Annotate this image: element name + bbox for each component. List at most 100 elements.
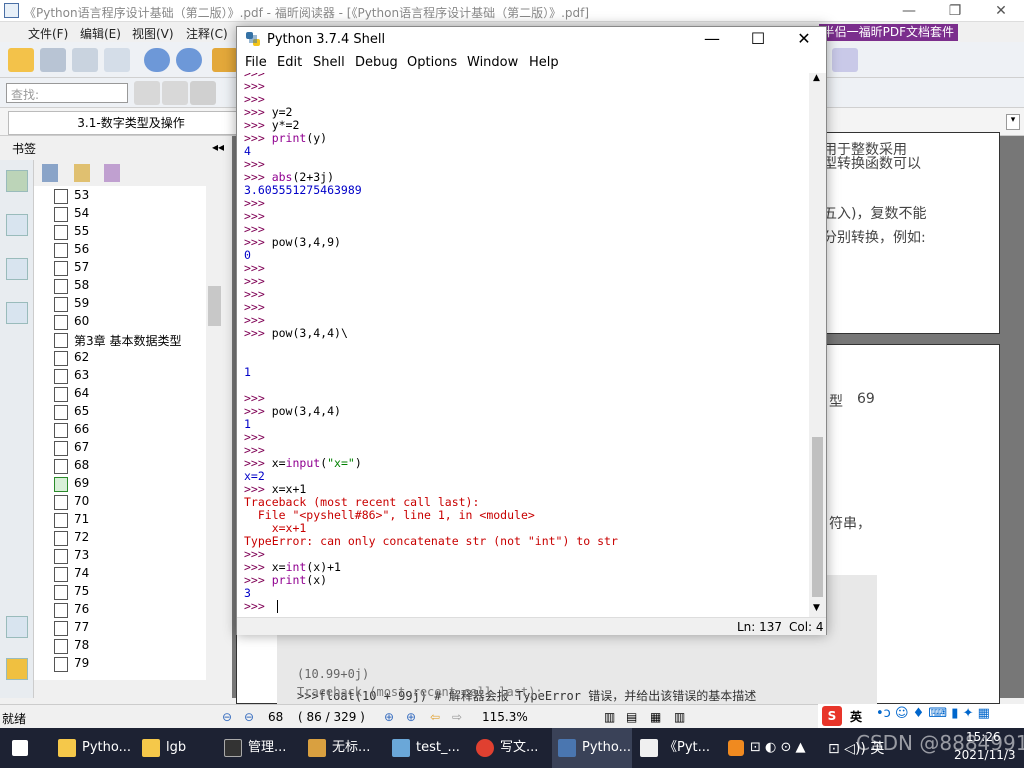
bookmark-item[interactable]: 77 bbox=[54, 619, 204, 637]
bookmark-item[interactable]: 56 bbox=[54, 241, 204, 259]
shell-text-area[interactable]: >>> >>> >>> >>> y=2 >>> y*=2 >>> print(y) 4 >>>… bbox=[237, 73, 809, 617]
menu-window[interactable]: Window bbox=[467, 55, 518, 70]
tab-document[interactable]: 3.1-数字类型及操作 bbox=[8, 111, 254, 135]
menu-comment[interactable]: 注释(C) bbox=[186, 25, 228, 42]
bookmark-item[interactable]: 79 bbox=[54, 655, 204, 673]
back-view-icon[interactable]: ⇦ bbox=[430, 710, 440, 724]
menu-edit[interactable]: 编辑(E) bbox=[80, 25, 121, 42]
close-icon[interactable]: ✕ bbox=[978, 0, 1024, 22]
bookmark-item[interactable]: 62 bbox=[54, 349, 204, 367]
bookmark-item[interactable]: 69 bbox=[54, 475, 204, 493]
prev-page-status-icon[interactable]: ⊖ bbox=[244, 710, 254, 724]
shell-title-bar[interactable]: Python 3.7.4 Shell — ☐ ✕ bbox=[237, 27, 826, 51]
bookmark-item[interactable]: 66 bbox=[54, 421, 204, 439]
last-page-status-icon[interactable]: ⊕ bbox=[406, 710, 416, 724]
delete-bookmark-icon[interactable] bbox=[42, 164, 58, 182]
clock-time[interactable]: 15:26 bbox=[966, 730, 1001, 744]
search-advanced-icon[interactable] bbox=[190, 81, 216, 105]
taskbar-item[interactable]: 无标... bbox=[308, 728, 370, 768]
first-page-icon[interactable]: ⊖ bbox=[222, 710, 232, 724]
maximize-icon[interactable]: ☐ bbox=[735, 27, 781, 51]
collapse-panel-icon[interactable]: ◂◂ bbox=[212, 140, 224, 154]
bookmark-options-icon[interactable] bbox=[104, 164, 120, 182]
bookmark-item[interactable]: 70 bbox=[54, 493, 204, 511]
taskbar-item-active[interactable]: Pytho... bbox=[552, 728, 632, 768]
ime-tools-icon[interactable]: •ɔ ☺ ♦ ⌨ ▮ ✦ ▦ bbox=[876, 706, 990, 721]
bookmark-item[interactable]: 63 bbox=[54, 367, 204, 385]
tool-icon[interactable] bbox=[832, 48, 858, 72]
annotations-icon[interactable] bbox=[6, 258, 28, 280]
search-next-icon[interactable] bbox=[162, 81, 188, 105]
bookmark-item[interactable]: 59 bbox=[54, 295, 204, 313]
attachments-icon[interactable] bbox=[6, 658, 28, 680]
forward-view-icon[interactable]: ⇨ bbox=[452, 710, 462, 724]
bookmark-item[interactable]: 67 bbox=[54, 439, 204, 457]
bookmark-item[interactable]: 57 bbox=[54, 259, 204, 277]
taskbar-item[interactable]: 管理... bbox=[224, 728, 286, 768]
bookmark-item[interactable]: 54 bbox=[54, 205, 204, 223]
tray-app-icon[interactable] bbox=[728, 740, 744, 756]
bookmark-item[interactable]: 76 bbox=[54, 601, 204, 619]
close-icon[interactable]: ✕ bbox=[781, 27, 827, 51]
bookmark-item[interactable]: 60 bbox=[54, 313, 204, 331]
next-page-icon[interactable] bbox=[176, 48, 202, 72]
maximize-icon[interactable]: ❐ bbox=[932, 0, 978, 22]
bookmark-hscrollbar[interactable] bbox=[34, 680, 232, 698]
bookmark-item[interactable]: 58 bbox=[54, 277, 204, 295]
add-bookmark-icon[interactable] bbox=[74, 164, 90, 182]
bookmark-item[interactable]: 68 bbox=[54, 457, 204, 475]
open-folder-icon[interactable] bbox=[8, 48, 34, 72]
bookmarks-icon[interactable] bbox=[6, 170, 28, 192]
scroll-thumb[interactable] bbox=[812, 437, 823, 597]
email-icon[interactable] bbox=[104, 48, 130, 72]
search-prev-icon[interactable] bbox=[134, 81, 160, 105]
continuous-icon[interactable]: ▤ bbox=[626, 710, 637, 724]
minimize-icon[interactable]: — bbox=[886, 0, 932, 22]
menu-shell[interactable]: Shell bbox=[313, 55, 345, 70]
bookmark-item[interactable]: 64 bbox=[54, 385, 204, 403]
menu-view[interactable]: 视图(V) bbox=[132, 25, 174, 42]
back-icon[interactable] bbox=[212, 48, 238, 72]
bookmark-item[interactable]: 73 bbox=[54, 547, 204, 565]
tray-icons[interactable]: ⊡ ◐ ⊙ ▲ bbox=[750, 740, 806, 755]
sogou-icon[interactable]: S bbox=[822, 706, 842, 726]
clock-date[interactable]: 2021/11/3 bbox=[954, 748, 1016, 762]
bookmark-item[interactable]: 75 bbox=[54, 583, 204, 601]
ime-language[interactable]: 英 bbox=[850, 708, 862, 725]
print-icon[interactable] bbox=[72, 48, 98, 72]
next-page-status-icon[interactable]: ⊕ bbox=[384, 710, 394, 724]
bookmark-item[interactable]: 65 bbox=[54, 403, 204, 421]
bookmark-item[interactable]: 53 bbox=[54, 187, 204, 205]
bookmark-item[interactable]: 71 bbox=[54, 511, 204, 529]
scroll-thumb[interactable] bbox=[208, 286, 221, 326]
taskbar-item[interactable]: test_... bbox=[392, 728, 460, 768]
search-input[interactable]: 查找: bbox=[6, 83, 128, 103]
menu-options[interactable]: Options bbox=[407, 55, 457, 70]
scroll-up-icon[interactable]: ▲ bbox=[813, 73, 820, 83]
taskbar-item[interactable]: 写文... bbox=[476, 728, 538, 768]
tab-dropdown-icon[interactable]: ▾ bbox=[1006, 114, 1020, 130]
layers-icon[interactable] bbox=[6, 302, 28, 324]
pages-icon[interactable] bbox=[6, 214, 28, 236]
bookmark-item[interactable]: 78 bbox=[54, 637, 204, 655]
taskbar-item[interactable]: Pytho... bbox=[58, 728, 131, 768]
menu-edit[interactable]: Edit bbox=[277, 55, 302, 70]
single-page-icon[interactable]: ▥ bbox=[604, 710, 615, 724]
taskbar-item[interactable]: 《Pyt... bbox=[640, 728, 710, 768]
minimize-icon[interactable]: — bbox=[689, 27, 735, 51]
bookmark-item[interactable]: 55 bbox=[54, 223, 204, 241]
zoom-level[interactable]: 115.3% bbox=[482, 710, 528, 724]
menu-debug[interactable]: Debug bbox=[355, 55, 398, 70]
shell-scrollbar[interactable]: ▲ ▼ bbox=[809, 73, 826, 617]
menu-file[interactable]: File bbox=[245, 55, 267, 70]
start-icon[interactable] bbox=[12, 728, 34, 768]
save-icon[interactable] bbox=[40, 48, 66, 72]
menu-file[interactable]: 文件(F) bbox=[28, 25, 68, 42]
facing-icon[interactable]: ▦ bbox=[650, 710, 661, 724]
prev-page-icon[interactable] bbox=[144, 48, 170, 72]
page-input[interactable]: 68 bbox=[268, 710, 283, 724]
bookmark-item[interactable]: 72 bbox=[54, 529, 204, 547]
promo-banner[interactable]: 半侣一福昕PDF文档套件 bbox=[818, 24, 958, 41]
scroll-down-icon[interactable]: ▼ bbox=[813, 603, 820, 613]
bookmark-item[interactable]: 74 bbox=[54, 565, 204, 583]
